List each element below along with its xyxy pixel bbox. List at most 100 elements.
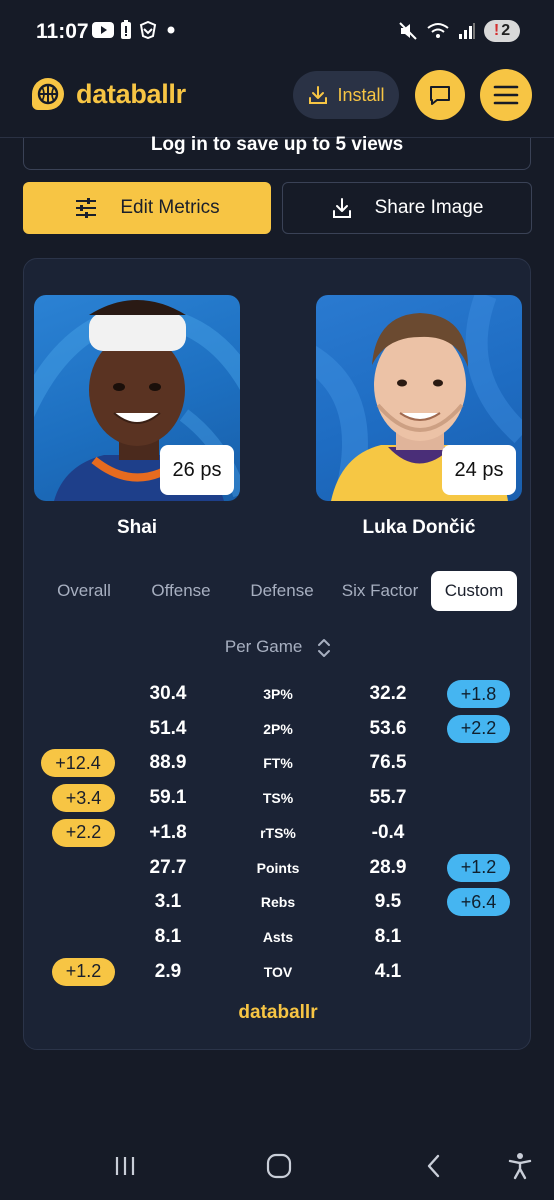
hamburger-menu-icon	[493, 85, 519, 105]
stat-label: Points	[256, 859, 300, 876]
right-value: 9.5	[374, 891, 402, 913]
dot-icon	[167, 26, 175, 34]
right-value: 32.2	[369, 683, 407, 704]
right-value: 4.1	[374, 960, 402, 982]
stat-row: 51.4 2P% 53.6 +2.2	[24, 714, 532, 744]
mute-icon	[399, 22, 417, 40]
back-button[interactable]	[414, 1150, 454, 1182]
brand[interactable]: databallr	[32, 78, 186, 110]
player-photo-shai: 26 ps	[34, 295, 240, 501]
stat-label: rTS%	[260, 824, 296, 841]
install-label: Install	[337, 84, 385, 105]
left-advantage-badge: +2.2	[52, 818, 115, 847]
accessibility-button[interactable]	[500, 1150, 540, 1182]
tab-offense[interactable]: Offense	[136, 571, 226, 611]
comparison-card: 26 ps 24 ps Shai Luka Dončić Overall Off…	[23, 258, 531, 1050]
stat-label: FT%	[263, 755, 293, 772]
per-game-label: Per Game	[224, 637, 303, 656]
sliders-icon	[76, 198, 97, 218]
per-game-selector[interactable]: Per Game	[24, 637, 532, 658]
home-icon	[266, 1153, 292, 1179]
player-name-right[interactable]: Luka Dončić	[316, 517, 522, 539]
battery-saver-icon	[121, 20, 131, 39]
left-value: 59.1	[149, 787, 187, 809]
ps-badge-shai: 26 ps	[160, 445, 234, 495]
download-icon	[332, 198, 351, 218]
download-icon	[309, 86, 328, 104]
left-value: +1.8	[149, 821, 187, 843]
menu-button[interactable]	[480, 69, 532, 121]
stat-label: 3P%	[263, 686, 293, 702]
right-value: 8.1	[374, 925, 402, 947]
tab-overall[interactable]: Overall	[41, 571, 127, 611]
chevron-up-down-icon	[318, 638, 331, 657]
recents-icon	[115, 1157, 135, 1175]
stat-label: Rebs	[260, 894, 296, 911]
stat-row: +1.2 2.9 TOV 4.1	[24, 957, 532, 987]
databallr-logo-icon	[32, 78, 64, 110]
tab-custom[interactable]: Custom	[431, 571, 517, 611]
card-footer-brand: databallr	[238, 1002, 318, 1023]
right-value: 53.6	[369, 717, 407, 739]
left-value: 27.7	[149, 856, 187, 878]
wifi-icon	[427, 23, 449, 38]
edit-metrics-label: Edit Metrics	[120, 197, 220, 218]
stat-label: Asts	[262, 928, 294, 945]
right-value: 28.9	[369, 856, 407, 878]
left-value: 3.1	[154, 891, 182, 913]
stat-row: +3.4 59.1 TS% 55.7	[24, 783, 532, 813]
stat-label: TS%	[262, 790, 294, 807]
youtube-icon	[92, 22, 114, 38]
home-button[interactable]	[259, 1150, 299, 1182]
right-advantage-badge: +1.2	[447, 853, 510, 882]
stat-row: 30.4 3P% 32.2 +1.8	[24, 679, 532, 709]
notification-badge[interactable]: ! 2	[484, 20, 520, 42]
login-banner[interactable]: Log in to save up to 5 views	[23, 135, 531, 170]
back-icon	[427, 1154, 440, 1178]
notification-count: 2	[501, 22, 511, 39]
left-value: 51.4	[149, 717, 187, 739]
stat-row: 3.1 Rebs 9.5 +6.4	[24, 887, 532, 917]
accessibility-icon	[508, 1153, 532, 1180]
stat-row: 8.1 Asts 8.1	[24, 922, 532, 952]
share-image-button[interactable]: Share Image	[282, 182, 532, 234]
stat-row: +12.4 88.9 FT% 76.5	[24, 748, 532, 778]
left-value: 30.4	[149, 683, 187, 704]
alert-icon: !	[493, 22, 500, 39]
stat-label: TOV	[263, 963, 293, 980]
metric-tabs: Overall Offense Defense Six Factor Custo…	[24, 571, 532, 611]
status-bar: 11:07 ! 2	[0, 0, 554, 56]
ps-badge-luka: 24 ps	[442, 445, 516, 495]
brand-name: databallr	[76, 78, 186, 109]
status-right-icons: ! 2	[398, 20, 520, 42]
install-button[interactable]: Install	[293, 71, 399, 119]
app-header: databallr Install	[0, 56, 554, 138]
player-name-left[interactable]: Shai	[34, 517, 240, 539]
left-advantage-badge: +1.2	[52, 957, 115, 986]
right-advantage-badge: +6.4	[447, 888, 510, 917]
status-time: 11:07	[36, 20, 89, 43]
system-nav-bar	[0, 1132, 554, 1200]
stat-row: +2.2 +1.8 rTS% -0.4	[24, 818, 532, 848]
recents-button[interactable]	[105, 1150, 145, 1182]
chat-button[interactable]	[415, 70, 465, 120]
left-value: 88.9	[149, 752, 187, 774]
right-value: 76.5	[369, 752, 407, 774]
right-advantage-badge: +2.2	[447, 714, 510, 743]
status-left-icons	[92, 20, 178, 40]
right-value: 55.7	[369, 787, 407, 809]
tab-six-factor[interactable]: Six Factor	[334, 571, 426, 611]
share-image-label: Share Image	[374, 197, 484, 218]
left-value: 8.1	[154, 925, 182, 947]
edit-metrics-button[interactable]: Edit Metrics	[23, 182, 271, 234]
left-advantage-badge: +3.4	[52, 784, 115, 813]
signal-icon	[459, 23, 475, 39]
app-icon	[139, 21, 157, 39]
tab-defense[interactable]: Defense	[236, 571, 328, 611]
player-photo-luka: 24 ps	[316, 295, 522, 501]
left-value: 2.9	[154, 960, 182, 982]
stat-label: 2P%	[263, 720, 293, 737]
chat-icon	[430, 86, 450, 105]
stat-row: 27.7 Points 28.9 +1.2	[24, 853, 532, 883]
left-advantage-badge: +12.4	[41, 749, 115, 778]
